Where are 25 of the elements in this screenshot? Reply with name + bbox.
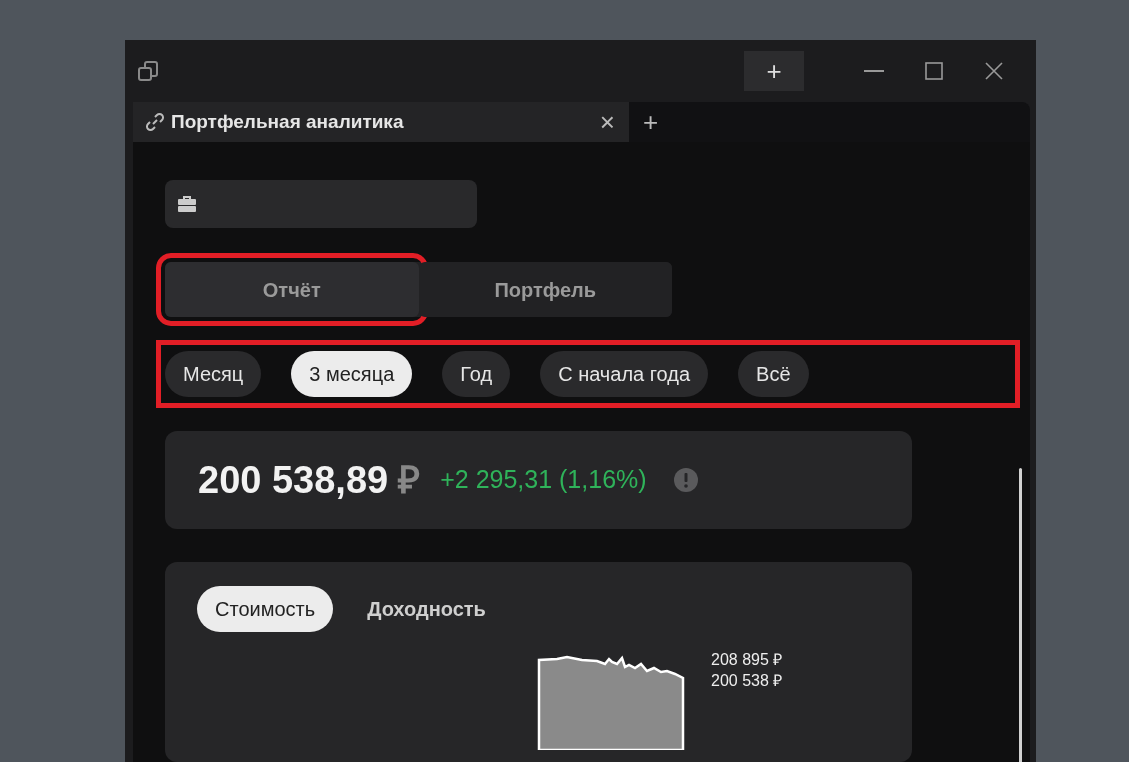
chart-tab[interactable]: Доходность	[349, 586, 504, 632]
close-icon[interactable]	[985, 62, 1003, 81]
period-pill[interactable]: 3 месяца	[291, 351, 413, 397]
period-pill[interactable]: Год	[442, 351, 511, 397]
maximize-icon[interactable]	[925, 62, 943, 81]
add-tab-button[interactable]: +	[629, 102, 673, 142]
restore-window-icon[interactable]	[137, 60, 159, 83]
period-pill[interactable]: Месяц	[165, 351, 262, 397]
chart-value-label: 200 538 ₽	[711, 670, 783, 691]
briefcase-icon	[177, 195, 197, 213]
period-pill[interactable]: С начала года	[540, 351, 709, 397]
chart-tab[interactable]: Стоимость	[197, 586, 334, 632]
portfolio-selector-field[interactable]	[165, 180, 477, 228]
app-tab[interactable]: Портфельная аналитика ×	[133, 102, 629, 142]
value-change: +2 295,31 (1,16%)	[440, 464, 647, 496]
link-icon	[145, 112, 165, 133]
portfolio-value: 200 538,89	[198, 457, 389, 503]
chart-value-label: 208 895 ₽	[711, 650, 783, 670]
tab-close-button[interactable]: ×	[599, 109, 615, 136]
currency-sign: ₽	[398, 457, 421, 503]
scrollbar[interactable]	[1019, 468, 1022, 762]
mode-tab[interactable]: Портфель	[418, 262, 672, 317]
period-pill[interactable]: Всё	[738, 351, 809, 397]
new-tab-button[interactable]: +	[744, 51, 804, 92]
tab-title: Портфельная аналитика	[171, 109, 405, 134]
